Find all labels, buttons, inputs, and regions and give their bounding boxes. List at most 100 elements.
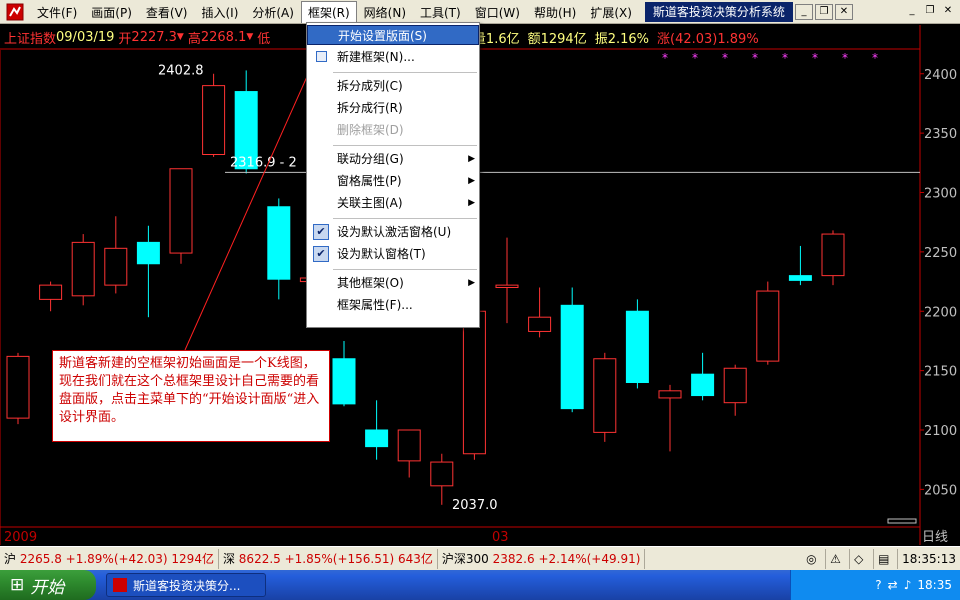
frame-menu-label: 联动分组(G) — [337, 152, 404, 166]
refresh-icon[interactable]: ◎ — [802, 548, 827, 569]
alert-icon[interactable]: ⚠ — [826, 548, 851, 569]
event-marker-icon: * — [872, 51, 878, 65]
event-marker-icon: * — [812, 51, 818, 65]
menu-items: 文件(F) 画面(P) 查看(V) 插入(I) 分析(A) 框架(R) 网络(N) 工具(T)… — [30, 0, 639, 23]
network-tray-icon[interactable]: ⇄ — [888, 578, 898, 592]
menu-item-9[interactable]: 帮助(H) — [527, 1, 583, 23]
taskbar-app-button[interactable]: 斯道客投资决策分... — [106, 573, 266, 597]
period-label: 日线 — [922, 530, 948, 545]
candle-body — [136, 241, 160, 265]
mdi-close-button[interactable]: ✕ — [940, 4, 956, 20]
kline-chart[interactable]: 2050 2100 2150 2200 2250 2300 2350 2400 2402.8 20… — [0, 25, 960, 545]
sz-value: 8622.5 +1.85%(+156.51) 643亿 — [238, 551, 433, 566]
sz-label: 深 — [222, 551, 235, 566]
minimize-button[interactable]: _ — [794, 3, 813, 20]
frame-menu-item-12[interactable]: 设为默认窗格(T) ✔ — [307, 244, 479, 264]
high-price-label: 2402.8 — [158, 63, 204, 78]
mdi-minimize-button[interactable]: _ — [904, 4, 920, 20]
high-label: 高 — [187, 31, 201, 47]
y-tick-label: 2250 — [924, 246, 957, 261]
candle-body — [365, 429, 389, 448]
menu-separator — [333, 218, 477, 219]
sz-index-status[interactable]: 深 8622.5 +1.85%(+156.51) 643亿 — [219, 548, 438, 569]
menu-separator — [333, 269, 477, 270]
menu-item-1[interactable]: 画面(P) — [84, 1, 139, 23]
frame-menu-item-1[interactable]: 新建框架(N)... — [307, 47, 479, 67]
frame-menu-item-7[interactable]: 联动分组(G) ▶ — [307, 149, 479, 169]
note-icon[interactable]: ▤ — [874, 548, 899, 569]
start-button[interactable]: ⊞ 开始 — [0, 570, 96, 600]
mdi-restore-button[interactable]: ❐ — [922, 4, 938, 20]
annotation-text: 斯道客新建的空框架初始画面是一个K线图，现在我们就在这个总框架里设计自己需要的看… — [59, 356, 320, 425]
frame-menu-item-9[interactable]: 关联主图(A) ▶ — [307, 193, 479, 213]
y-tick-label: 2300 — [924, 187, 957, 202]
candle-body — [788, 275, 812, 281]
menu-separator — [333, 145, 477, 146]
menu-item-3[interactable]: 插入(I) — [194, 1, 245, 23]
frame-menu-item-11[interactable]: 设为默认激活窗格(U) ✔ — [307, 222, 479, 242]
market-status-bar: 沪 2265.8 +1.89%(+42.03) 1294亿 深 8622.5 +… — [0, 546, 960, 570]
y-tick-label: 2100 — [924, 424, 957, 439]
quote-date: 09/03/19 — [56, 29, 115, 45]
frame-menu-item-15[interactable]: 框架属性(F)... — [307, 295, 479, 315]
submenu-arrow-icon: ▶ — [468, 278, 475, 288]
tutorial-annotation: 斯道客新建的空框架初始画面是一个K线图，现在我们就在这个总框架里设计自己需要的看… — [52, 350, 330, 442]
start-label: 开始 — [30, 577, 65, 598]
restore-button[interactable]: ❐ — [814, 3, 833, 20]
menu-item-7[interactable]: 工具(T) — [413, 1, 468, 23]
app-logo-icon[interactable] — [4, 1, 26, 23]
menu-item-4[interactable]: 分析(A) — [245, 1, 301, 23]
candle-body — [756, 290, 780, 362]
tray-clock: 18:35 — [917, 578, 952, 592]
frame-menu-label: 设为默认激活窗格(U) — [337, 225, 452, 239]
submenu-arrow-icon: ▶ — [468, 198, 475, 208]
frame-menu-item-3[interactable]: 拆分成列(C) — [307, 76, 479, 96]
sh-value: 2265.8 +1.89%(+42.03) 1294亿 — [19, 551, 214, 566]
submenu-arrow-icon: ▶ — [468, 154, 475, 164]
sh-index-status[interactable]: 沪 2265.8 +1.89%(+42.03) 1294亿 — [0, 548, 219, 569]
x-label-year: 2009 — [4, 530, 37, 545]
candle-body — [267, 206, 291, 280]
frame-menu-label: 框架属性(F)... — [337, 298, 413, 312]
candle-body — [723, 367, 747, 404]
event-marker-icon: * — [752, 51, 758, 65]
frame-menu-label: 窗格属性(P) — [337, 174, 402, 188]
x-label-month: 03 — [492, 530, 509, 545]
frame-menu-label: 其他框架(O) — [337, 276, 404, 290]
y-tick-label: 2400 — [924, 68, 957, 83]
menu-item-10[interactable]: 扩展(X) — [583, 1, 639, 23]
low-price-label: 2037.0 — [452, 498, 498, 513]
frame-menu-item-0[interactable]: 开始设置版面(S) — [307, 25, 479, 45]
menu-item-6[interactable]: 网络(N) — [357, 1, 413, 23]
menu-item-2[interactable]: 查看(V) — [139, 1, 195, 23]
frame-dropdown-menu: 开始设置版面(S) 新建框架(N)... 拆分成列(C) 拆分成行(R) 删除框架(D)… — [306, 22, 480, 328]
candle-body — [397, 429, 421, 462]
help-tray-icon[interactable]: ? — [875, 578, 881, 592]
link-icon[interactable]: ◇ — [850, 548, 875, 569]
frame-menu-item-5: 删除框架(D) — [307, 120, 479, 140]
submenu-arrow-icon: ▶ — [468, 176, 475, 186]
close-button[interactable]: ✕ — [834, 3, 853, 20]
event-marker-icon: * — [662, 51, 668, 65]
menu-separator — [333, 72, 477, 73]
frame-menu-item-4[interactable]: 拆分成行(R) — [307, 98, 479, 118]
candle-body — [332, 358, 356, 405]
menu-item-8[interactable]: 窗口(W) — [468, 1, 527, 23]
candle-body — [6, 355, 30, 419]
hs-value: 2382.6 +2.14%(+49.91) — [492, 551, 641, 566]
frame-menu-item-14[interactable]: 其他框架(O) ▶ — [307, 273, 479, 293]
candle-body — [169, 168, 193, 254]
open-label: 开 — [118, 31, 132, 47]
menu-item-5[interactable]: 框架(R) — [300, 0, 357, 23]
app-title: 斯道客投资决策分析系统 — [644, 1, 793, 22]
menu-item-0[interactable]: 文件(F) — [30, 1, 84, 23]
event-marker-icon: * — [842, 51, 848, 65]
volume-tray-icon[interactable]: ♪ — [904, 578, 912, 592]
hs300-status[interactable]: 沪深300 2382.6 +2.14%(+49.91) — [438, 548, 646, 569]
frame-menu-label: 设为默认窗格(T) — [337, 247, 426, 261]
frame-menu-label: 删除框架(D) — [337, 123, 404, 137]
candle-body — [495, 284, 519, 288]
candle-body — [528, 316, 552, 332]
frame-menu-item-8[interactable]: 窗格属性(P) ▶ — [307, 171, 479, 191]
mdi-controls: _ ❐ ✕ — [902, 4, 956, 20]
